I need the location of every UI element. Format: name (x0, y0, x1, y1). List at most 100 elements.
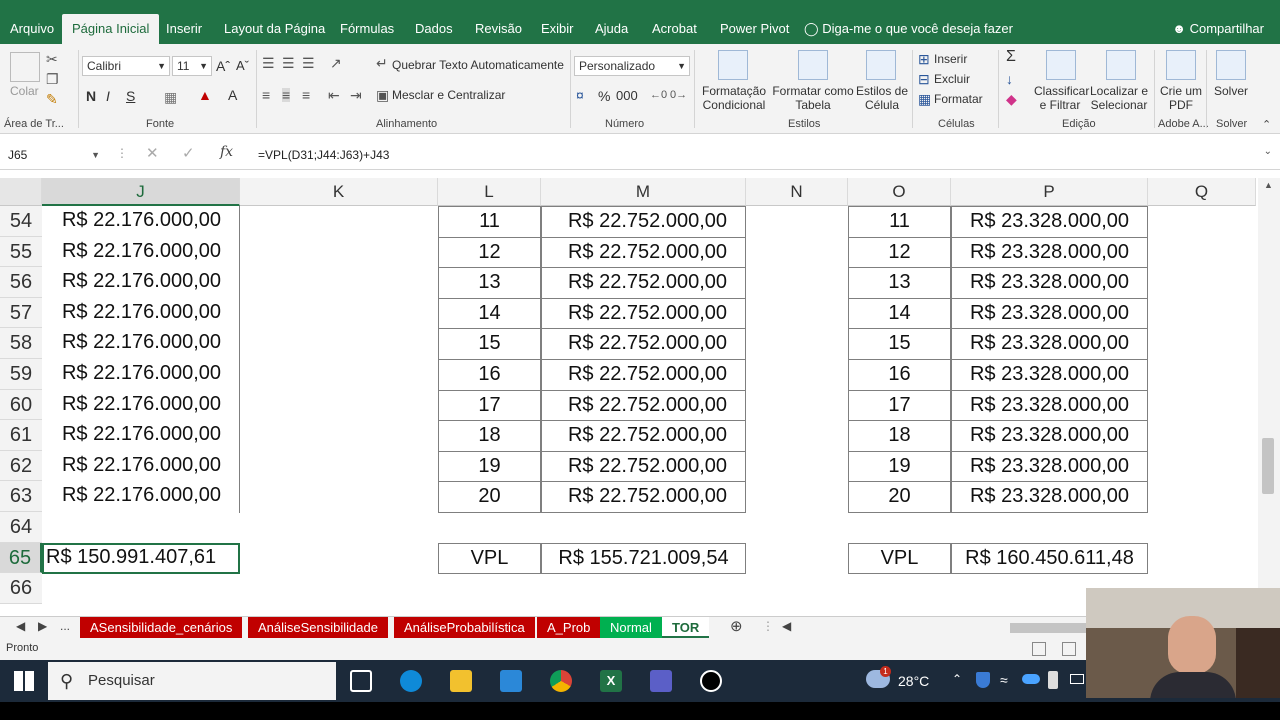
cell-o[interactable]: 12 (848, 236, 951, 269)
tab-pagina-inicial[interactable]: Página Inicial (62, 14, 160, 44)
italic-button[interactable]: I (106, 88, 110, 104)
sheet-tab[interactable]: ASensibilidade_cenários (80, 617, 243, 638)
tab-inserir[interactable]: Inserir (160, 14, 208, 44)
cell-o[interactable]: 19 (848, 450, 951, 483)
fill-icon[interactable]: ↓ (1006, 72, 1013, 86)
taskbar-search-box[interactable]: ⚲ Pesquisar (48, 662, 336, 700)
cancel-icon[interactable]: ✕ (146, 144, 159, 162)
scroll-up-icon[interactable]: ▲ (1264, 180, 1273, 190)
cell-styles-button[interactable]: Estilos de Célula (856, 84, 908, 112)
cell-p[interactable]: R$ 23.328.000,00 (951, 481, 1148, 513)
underline-button[interactable]: S (126, 88, 135, 104)
tab-acrobat[interactable]: Acrobat (646, 14, 703, 44)
cut-icon[interactable]: ✂ (46, 52, 58, 66)
sheet-tab[interactable]: Normal (600, 617, 662, 638)
merge-center-icon[interactable]: ▣ (376, 88, 389, 102)
clear-icon[interactable]: ◆ (1006, 92, 1017, 106)
column-header-l[interactable]: L (438, 178, 541, 206)
cell-l[interactable]: 19 (438, 450, 541, 483)
normal-view-icon[interactable] (1032, 642, 1046, 656)
cell-o[interactable]: 16 (848, 359, 951, 391)
cell-l[interactable]: 18 (438, 420, 541, 452)
cell-m[interactable]: R$ 22.752.000,00 (541, 267, 746, 299)
cell-o[interactable]: 15 (848, 328, 951, 360)
cell-l-label[interactable]: VPL (438, 542, 541, 575)
decrease-font-icon[interactable]: Aˇ (236, 58, 249, 73)
tab-dados[interactable]: Dados (409, 14, 459, 44)
task-view-icon[interactable] (350, 670, 372, 692)
insert-cells-button[interactable]: Inserir (934, 52, 967, 66)
solver-icon[interactable] (1216, 50, 1246, 80)
column-header-n[interactable]: N (746, 178, 848, 206)
sort-filter-button[interactable]: Classificar e Filtrar (1034, 84, 1089, 112)
orientation-icon[interactable]: ↗ (330, 56, 342, 70)
conditional-format-button[interactable]: Formatação Condicional (698, 84, 770, 112)
row-header[interactable]: 59 (0, 359, 42, 390)
thousands-button[interactable]: 000 (616, 88, 638, 103)
cell-m[interactable]: R$ 22.752.000,00 (541, 206, 746, 238)
cell-m[interactable]: R$ 22.752.000,00 (541, 389, 746, 422)
row-header[interactable]: 60 (0, 389, 42, 421)
sheet-next-icon[interactable]: ▶ (38, 619, 47, 633)
share-button[interactable]: ☻ Compartilhar (1172, 14, 1264, 44)
increase-indent-icon[interactable]: ⇥ (350, 88, 362, 102)
cell-m[interactable]: R$ 22.752.000,00 (541, 420, 746, 452)
paste-icon[interactable] (10, 52, 40, 82)
chrome-icon[interactable] (550, 670, 572, 692)
font-color-icon[interactable]: A (228, 88, 237, 102)
sheet-prev-icon[interactable]: ◀ (16, 619, 25, 633)
row-header[interactable]: 65 (0, 542, 42, 574)
insert-cells-icon[interactable]: ⊞ (918, 52, 930, 66)
sheet-more-button[interactable]: ... (60, 619, 70, 633)
usb-icon[interactable] (1048, 671, 1058, 689)
conditional-format-icon[interactable] (718, 50, 748, 80)
align-right-icon[interactable]: ≡ (302, 88, 310, 102)
align-top-icon[interactable]: ☰ (262, 56, 275, 70)
worksheet-grid[interactable]: J K L M N O P Q 54 R$ 22.176.000,00 11 R$ 2… (0, 178, 1256, 616)
font-size-select[interactable]: 11 ▼ (172, 56, 212, 76)
network-icon[interactable]: ≈ (1000, 672, 1008, 688)
row-header[interactable]: 55 (0, 236, 42, 268)
wrap-text-icon[interactable]: ↵ (376, 56, 388, 70)
cell-m[interactable]: R$ 22.752.000,00 (541, 450, 746, 483)
tab-exibir[interactable]: Exibir (535, 14, 580, 44)
row-header[interactable]: 66 (0, 573, 42, 604)
collapse-ribbon-icon[interactable]: ⌃ (1262, 118, 1271, 132)
autosum-icon[interactable]: Σ (1006, 49, 1016, 65)
tell-me-search[interactable]: ◯ Diga-me o que você deseja fazer (804, 14, 1013, 44)
cell-o[interactable]: 17 (848, 389, 951, 422)
row-header[interactable]: 58 (0, 328, 42, 359)
cell-j[interactable]: R$ 22.176.000,00 (42, 420, 240, 452)
currency-icon[interactable]: ¤ (576, 88, 584, 102)
cell-p[interactable]: R$ 23.328.000,00 (951, 450, 1148, 483)
cell-j[interactable]: R$ 22.176.000,00 (42, 481, 240, 513)
name-box[interactable]: J65 ▼ (4, 144, 104, 166)
column-header-q[interactable]: Q (1148, 178, 1256, 206)
cell-p[interactable]: R$ 23.328.000,00 (951, 267, 1148, 299)
font-name-select[interactable]: Calibri ▼ (82, 56, 170, 76)
cell-p[interactable]: R$ 23.328.000,00 (951, 236, 1148, 269)
cell-l[interactable]: 13 (438, 267, 541, 299)
select-all-corner[interactable] (0, 178, 42, 206)
row-header[interactable]: 56 (0, 267, 42, 298)
row-header[interactable]: 61 (0, 420, 42, 451)
column-header-m[interactable]: M (541, 178, 746, 206)
column-header-k[interactable]: K (240, 178, 438, 206)
sheet-tab[interactable]: AnáliseSensibilidade (248, 617, 388, 638)
insert-function-icon[interactable]: fx (220, 144, 233, 160)
onedrive-icon[interactable] (1022, 674, 1040, 684)
cell-l[interactable]: 17 (438, 389, 541, 422)
enter-icon[interactable]: ✓ (182, 144, 195, 162)
tab-power-pivot[interactable]: Power Pivot (714, 14, 795, 44)
find-select-button[interactable]: Localizar e Selecionar (1088, 84, 1150, 112)
cell-j[interactable]: R$ 22.176.000,00 (42, 450, 240, 483)
cell-p[interactable]: R$ 23.328.000,00 (951, 389, 1148, 422)
store-icon[interactable] (500, 670, 522, 692)
tab-formulas[interactable]: Fórmulas (334, 14, 400, 44)
cell-m[interactable]: R$ 22.752.000,00 (541, 236, 746, 269)
cell-l[interactable]: 16 (438, 359, 541, 391)
sheet-tab[interactable]: TOR (662, 617, 710, 638)
borders-icon[interactable]: ▦ (164, 90, 177, 104)
obs-icon[interactable] (700, 670, 722, 692)
hscroll-left-icon[interactable]: ◀ (782, 619, 791, 633)
